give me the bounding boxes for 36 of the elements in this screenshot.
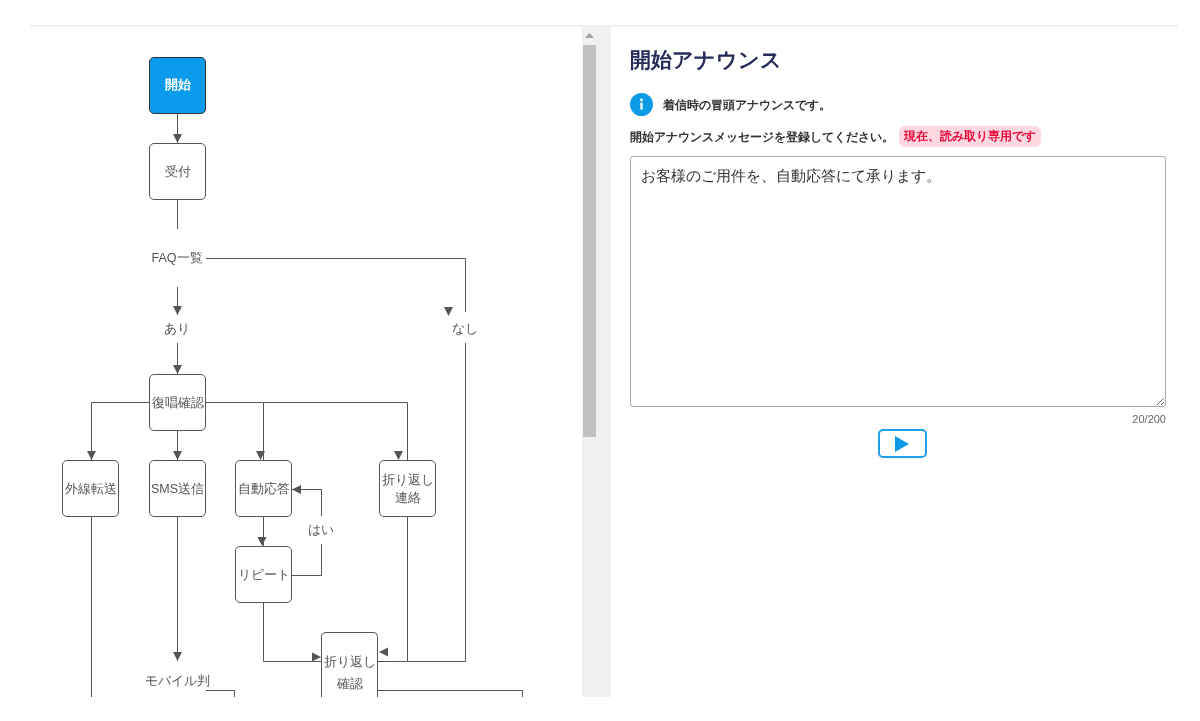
scroll-up-icon[interactable] (585, 33, 594, 38)
character-counter: 20/200 (1131, 412, 1166, 426)
scrollbar-thumb[interactable] (583, 45, 596, 437)
panel-title: 開始アナウンス (630, 47, 783, 73)
instruction-text: 開始アナウンスメッセージを登録してください。 (630, 128, 894, 146)
flow-node[interactable]: 外線転送 (62, 460, 119, 517)
play-icon (895, 435, 909, 452)
flow-node[interactable]: 復唱確認 (149, 374, 206, 431)
connector-arrow (87, 402, 150, 461)
flow-node[interactable]: 受付 (149, 143, 206, 200)
connector-line (291, 543, 322, 576)
connector-arrow (173, 430, 182, 461)
flow-node[interactable]: 折り返し連絡 (379, 460, 436, 517)
connector-arrow (263, 602, 322, 662)
branch-label: あり (164, 321, 190, 337)
message-field[interactable]: お客様のご用件を、自動応答にて承ります。 (630, 156, 1166, 407)
flow-node[interactable]: リピート (235, 546, 292, 603)
connector-line (177, 199, 178, 230)
branch-label: モバイル判 (144, 673, 210, 689)
branch-label: はい (308, 522, 334, 538)
info-text: 着信時の冒頭アナウンスです。 (663, 96, 831, 114)
flow-node[interactable]: 折り返し確認 (321, 632, 378, 697)
connector-line (205, 690, 235, 697)
scrollbar[interactable] (582, 27, 597, 697)
branch-label: なし (452, 321, 478, 337)
read-only-tag: 現在、読み取り専用です (899, 126, 1041, 147)
connector-arrow (291, 485, 322, 517)
flow-node[interactable]: SMS送信 (149, 460, 206, 517)
play-button[interactable] (877, 429, 927, 458)
connector-arrow (173, 342, 182, 375)
connector-arrow (257, 516, 267, 547)
connector-arrow (173, 286, 182, 316)
branch-label: FAQ一覧 (151, 250, 203, 266)
info-icon (630, 93, 653, 116)
flow-node[interactable]: 自動応答 (235, 460, 292, 517)
connector-arrow (173, 112, 182, 144)
